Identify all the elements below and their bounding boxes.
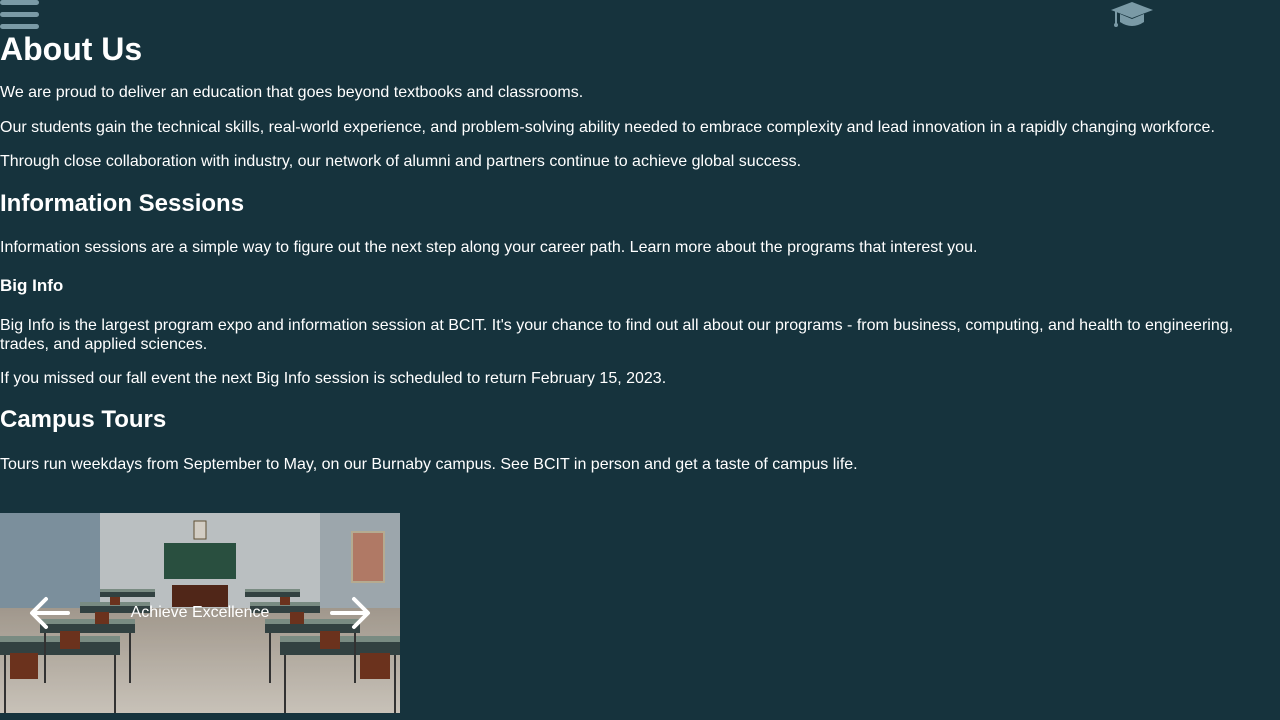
campus-tours-title: Campus Tours: [0, 406, 167, 433]
about-skills-text: Our students gain the technical skills, …: [0, 119, 1215, 136]
about-title: About Us: [0, 31, 143, 67]
info-sessions-title: Information Sessions: [0, 190, 245, 217]
main-content: About Us We are proud to deliver an educ…: [0, 30, 1270, 473]
big-info-title: Big Info: [0, 276, 64, 295]
arrow-right-icon[interactable]: [328, 595, 372, 631]
hamburger-menu-icon[interactable]: [0, 0, 40, 30]
big-info-date-text: If you missed our fall event the next Bi…: [0, 370, 667, 387]
page: About Us We are proud to deliver an educ…: [0, 0, 1280, 720]
big-info-text: Big Info is the largest program expo and…: [0, 317, 1234, 353]
about-collaboration-text: Through close collaboration with industr…: [0, 153, 802, 170]
campus-tours-text: Tours run weekdays from September to May…: [0, 456, 858, 473]
info-sessions-text: Information sessions are a simple way to…: [0, 239, 978, 256]
about-intro-text: We are proud to deliver an education tha…: [0, 84, 584, 101]
image-carousel[interactable]: Achieve Excellence: [0, 513, 400, 713]
graduation-cap-icon: [1110, 0, 1154, 32]
